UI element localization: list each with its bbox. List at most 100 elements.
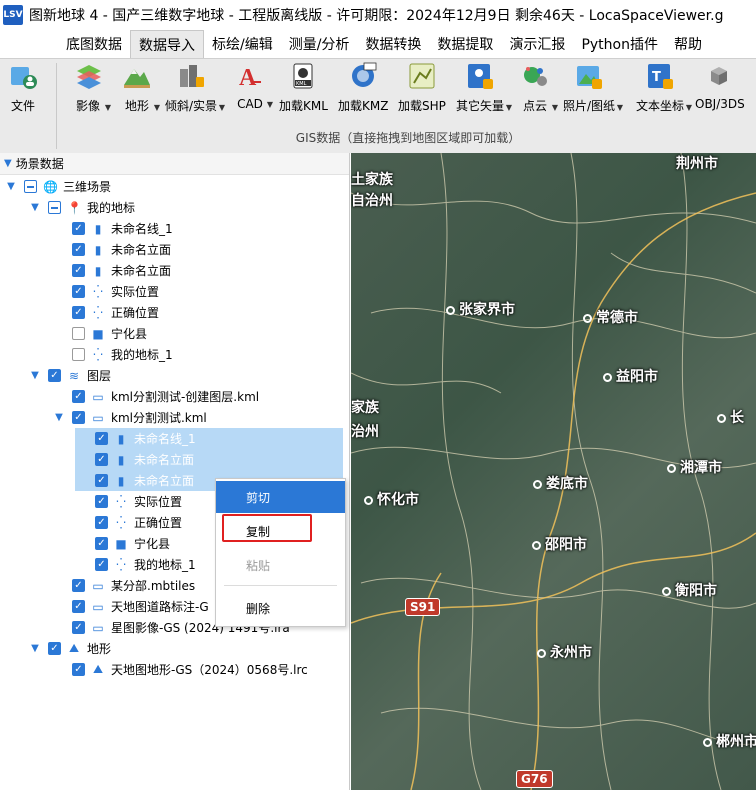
panel-header[interactable]: ▼ 场景数据 (0, 153, 349, 175)
text-coordinate-button[interactable]: T ▼ 文本坐标 (636, 61, 692, 114)
node-checkbox[interactable]: ✓ (95, 453, 108, 466)
node-checkbox[interactable]: ✓ (72, 306, 85, 319)
context-menu-paste[interactable]: 粘贴 (216, 549, 345, 581)
map-label-chenzhou: 郴州市 (703, 731, 756, 751)
tab-data-convert[interactable]: 数据转换 (357, 30, 429, 58)
node-checkbox[interactable]: ✓ (95, 516, 108, 529)
terrain-layer-icon: ⛰ (68, 641, 80, 655)
node-checkbox[interactable] (72, 327, 85, 340)
load-kmz-label: 加载KMZ (338, 99, 389, 113)
tab-plot-edit[interactable]: 标绘/编辑 (204, 30, 281, 58)
oblique-model-button[interactable]: ▼ 倾斜/实景 (165, 61, 225, 114)
tree-node[interactable]: ▼ 📍 我的地标 (28, 197, 135, 218)
terrain-button[interactable]: ▼ 地形 (122, 61, 160, 114)
map-label-jingzhou: 荆州市 (676, 153, 718, 173)
expand-arrow-icon[interactable]: ▼ (4, 181, 18, 192)
cad-icon: A (239, 65, 261, 91)
load-kml-button[interactable]: KML 加载KML (279, 61, 328, 114)
tree-node-label: kml分割测试-创建图层.kml (111, 390, 260, 404)
node-checkbox[interactable]: ✓ (95, 537, 108, 550)
city-dot-icon (717, 413, 726, 423)
node-checkbox[interactable]: ✓ (72, 243, 85, 256)
node-checkbox[interactable]: ✓ (72, 600, 85, 613)
node-checkbox[interactable]: ✓ (72, 264, 85, 277)
node-checkbox[interactable] (48, 201, 61, 214)
other-vector-button[interactable]: ▼ 其它矢量 (456, 61, 512, 114)
tree-node[interactable]: ✓ ⁛ 正确位置 (52, 302, 159, 323)
node-checkbox[interactable]: ✓ (95, 495, 108, 508)
tree-node-label: 天地图地形-GS（2024）0568号.lrc (111, 663, 308, 677)
load-shp-button[interactable]: 加载SHP (398, 61, 446, 114)
tree-node[interactable]: ▼ ✓ ▭ kml分割测试.kml (52, 407, 207, 428)
cad-button[interactable]: A ▼ CAD (235, 61, 273, 111)
tree-node[interactable]: ✓ ▮ 未命名立面 (52, 239, 171, 260)
node-checkbox[interactable]: ✓ (48, 369, 61, 382)
tree-node[interactable]: ✓ ■ 宁化县 (75, 533, 170, 554)
photo-drawing-button[interactable]: ▼ 照片/图纸 (563, 61, 623, 114)
tree-node-label: 正确位置 (134, 516, 183, 530)
node-checkbox[interactable]: ✓ (72, 390, 85, 403)
monitor-icon: ▭ (92, 599, 104, 614)
terrain-layer-icon: ⛰ (92, 662, 104, 676)
expand-arrow-icon[interactable]: ▼ (28, 370, 42, 381)
tab-data-import[interactable]: 数据导入 (130, 30, 204, 58)
tree-node[interactable]: ✓ ▭ kml分割测试-创建图层.kml (52, 386, 259, 407)
tree-node[interactable]: ✓ ▮ 未命名线_1 (52, 218, 173, 239)
map-label-tujia: 土家族 (351, 169, 393, 189)
tree-node[interactable]: ✓ ▮ 未命名立面 (52, 260, 171, 281)
node-checkbox[interactable]: ✓ (95, 558, 108, 571)
tab-data-extract[interactable]: 数据提取 (429, 30, 501, 58)
tree-node[interactable]: ✓ ▭ 天地图道路标注-G (52, 596, 209, 617)
node-checkbox[interactable] (24, 180, 37, 193)
tab-help[interactable]: 帮助 (666, 30, 710, 58)
tab-presentation[interactable]: 演示汇报 (501, 30, 573, 58)
node-checkbox[interactable]: ✓ (95, 474, 108, 487)
load-kmz-button[interactable]: 加载KMZ (338, 61, 388, 114)
tree-node[interactable]: ✓ ▮ 未命名线_1 (75, 428, 343, 449)
tree-node[interactable]: ✓ ⁛ 我的地标_1 (75, 554, 196, 575)
tree-node[interactable]: ✓ ⁛ 实际位置 (75, 491, 182, 512)
node-checkbox[interactable]: ✓ (72, 663, 85, 676)
file-icon (11, 67, 37, 89)
expand-arrow-icon[interactable]: ▼ (28, 202, 42, 213)
map-view[interactable]: 荆州市 土家族 自治州 张家界市 常德市 益阳市 家族 治州 长 湘潭市 娄底市… (351, 153, 756, 790)
imagery-button[interactable]: ▼ 影像 (73, 61, 111, 114)
map-label-yiyang: 益阳市 (603, 366, 658, 386)
obj-3ds-button[interactable]: OBJ/3DS (695, 61, 745, 111)
tree-node[interactable]: ✓ ▮ 未命名立面 (75, 449, 343, 470)
tree-node[interactable]: ■ 宁化县 (52, 323, 147, 344)
node-checkbox[interactable]: ✓ (72, 621, 85, 634)
collapse-triangle-icon[interactable]: ▼ (4, 158, 12, 169)
tree-node[interactable]: ⁛ 我的地标_1 (52, 344, 173, 365)
node-checkbox[interactable]: ✓ (72, 579, 85, 592)
node-checkbox[interactable] (72, 348, 85, 361)
map-label-changsha: 长 (717, 407, 744, 427)
tree-node-label: 宁化县 (111, 327, 148, 341)
tab-measure-analysis[interactable]: 测量/分析 (281, 30, 358, 58)
chart-bar-icon: ▮ (117, 452, 125, 467)
node-checkbox[interactable]: ✓ (72, 411, 85, 424)
tab-basemap[interactable]: 底图数据 (58, 30, 130, 58)
node-checkbox[interactable]: ✓ (95, 432, 108, 445)
ribbon-toolbar: 文件 ▼ 影像 ▼ 地形 ▼ 倾斜/实景 A ▼ CAD KML 加载KML 加… (0, 58, 756, 153)
tree-node[interactable]: ✓ ▭ 某分部.mbtiles (52, 575, 195, 596)
tree-node[interactable]: ▼ ✓ ⛰ 地形 (28, 638, 111, 659)
context-menu-delete[interactable]: 删除 (216, 592, 345, 624)
tree-node[interactable]: ▼ ✓ ≋ 图层 (28, 365, 111, 386)
node-checkbox[interactable]: ✓ (48, 642, 61, 655)
context-menu-cut[interactable]: 剪切 (216, 481, 345, 513)
map-label-huaihua: 怀化市 (364, 489, 419, 509)
node-checkbox[interactable]: ✓ (72, 285, 85, 298)
tree-node[interactable]: ✓ ⁛ 正确位置 (75, 512, 182, 533)
point-cloud-button[interactable]: ▼ 点云 (520, 61, 558, 114)
tree-node[interactable]: ✓ ⁛ 实际位置 (52, 281, 159, 302)
expand-arrow-icon[interactable]: ▼ (52, 412, 66, 423)
tree-node[interactable]: ✓ ⛰ 天地图地形-GS（2024）0568号.lrc (52, 659, 308, 680)
tree-node[interactable]: ▼ 🌐 三维场景 (4, 176, 111, 197)
node-checkbox[interactable]: ✓ (72, 222, 85, 235)
vector-icon (468, 64, 493, 89)
expand-arrow-icon[interactable]: ▼ (28, 643, 42, 654)
tab-python-plugin[interactable]: Python插件 (573, 30, 666, 58)
file-button[interactable]: 文件 (8, 61, 38, 114)
map-label-text: 长 (730, 410, 744, 426)
